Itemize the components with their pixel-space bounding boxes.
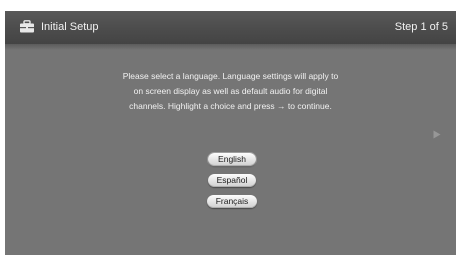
- next-arrow-icon[interactable]: [433, 130, 441, 139]
- language-option-francais[interactable]: Français: [207, 195, 257, 208]
- instructions-line: channels. Highlight a choice and press →…: [129, 101, 332, 111]
- setup-screen: Initial Setup Step 1 of 5 Please select …: [5, 11, 456, 255]
- instructions-line: Please select a language. Language setti…: [122, 71, 339, 81]
- toolbox-icon: [20, 20, 34, 33]
- step-indicator: Step 1 of 5: [394, 21, 448, 33]
- title-bar-shadow: [5, 44, 456, 50]
- title-bar: Initial Setup Step 1 of 5: [5, 11, 456, 44]
- language-option-english[interactable]: English: [208, 153, 256, 166]
- instructions-line: on screen display as well as default aud…: [133, 86, 328, 96]
- page-title: Initial Setup: [41, 21, 99, 33]
- language-option-espanol[interactable]: Español: [208, 174, 256, 187]
- instructions-text: Please select a language. Language setti…: [65, 69, 396, 114]
